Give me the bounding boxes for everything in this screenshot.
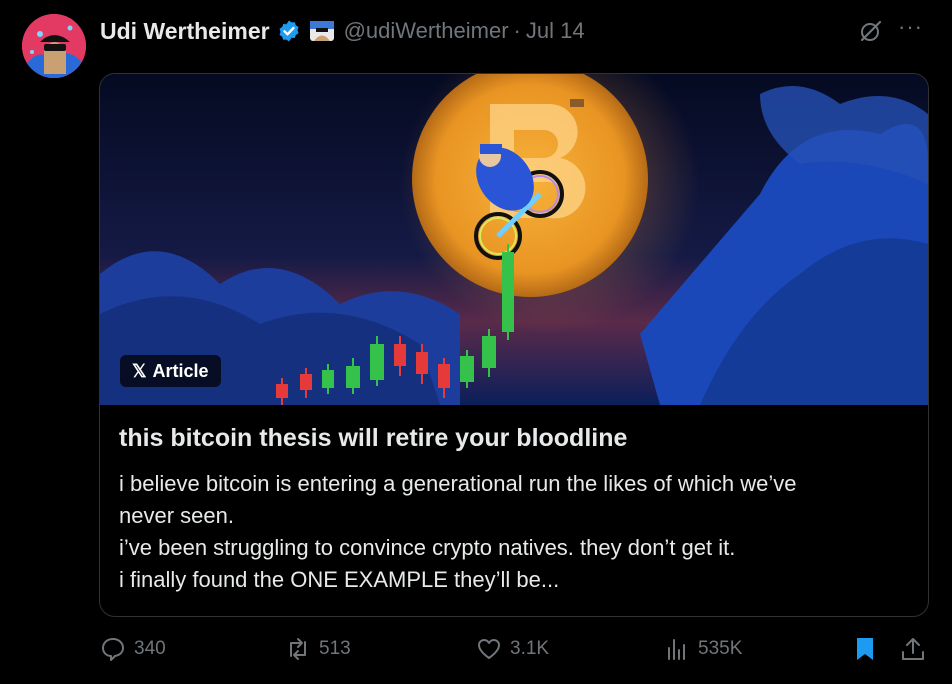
affiliate-badge-icon[interactable] bbox=[309, 20, 335, 42]
post-date[interactable]: Jul 14 bbox=[526, 18, 585, 44]
author-name[interactable]: Udi Wertheimer bbox=[100, 18, 270, 45]
description-line: i believe bitcoin is entering a generati… bbox=[119, 471, 797, 496]
tweet-actions: 340 513 3.1K 535K bbox=[0, 636, 952, 668]
article-description: i believe bitcoin is entering a generati… bbox=[119, 468, 909, 596]
description-line: i finally found the ONE EXAMPLE they’ll … bbox=[119, 567, 560, 592]
grok-icon[interactable] bbox=[858, 18, 884, 44]
article-hero-image bbox=[100, 74, 928, 405]
reply-count: 340 bbox=[134, 638, 166, 659]
more-icon[interactable]: ··· bbox=[898, 14, 923, 40]
reply-button[interactable]: 340 bbox=[100, 636, 166, 662]
verified-badge-icon[interactable] bbox=[277, 19, 301, 43]
x-logo-icon: 𝕏 bbox=[132, 360, 147, 381]
article-card[interactable]: 𝕏 Article this bitcoin thesis will retir… bbox=[99, 73, 929, 617]
views-count: 535K bbox=[698, 638, 743, 659]
views-button[interactable]: 535K bbox=[664, 636, 742, 662]
description-line: i’ve been struggling to convince crypto … bbox=[119, 535, 736, 560]
author-handle[interactable]: @udiWertheimer bbox=[344, 18, 509, 44]
bookmark-icon bbox=[857, 638, 873, 660]
avatar[interactable] bbox=[22, 14, 86, 78]
bookmark-button[interactable] bbox=[852, 636, 878, 662]
tweet-header: Udi Wertheimer @udiWertheimer · Jul 14 bbox=[100, 16, 585, 46]
separator-dot: · bbox=[513, 18, 521, 43]
views-icon bbox=[668, 639, 685, 660]
like-icon bbox=[478, 639, 500, 659]
share-icon bbox=[902, 638, 924, 660]
article-badge-label: Article bbox=[152, 360, 209, 381]
share-button[interactable] bbox=[900, 636, 926, 662]
repost-button[interactable]: 513 bbox=[285, 636, 351, 662]
reply-icon bbox=[102, 638, 124, 661]
article-title[interactable]: this bitcoin thesis will retire your blo… bbox=[119, 424, 627, 453]
like-count: 3.1K bbox=[510, 638, 550, 659]
repost-icon bbox=[290, 638, 306, 660]
repost-count: 513 bbox=[319, 638, 351, 659]
article-badge: 𝕏 Article bbox=[120, 355, 221, 387]
like-button[interactable]: 3.1K bbox=[476, 636, 549, 662]
description-line: never seen. bbox=[119, 503, 234, 528]
